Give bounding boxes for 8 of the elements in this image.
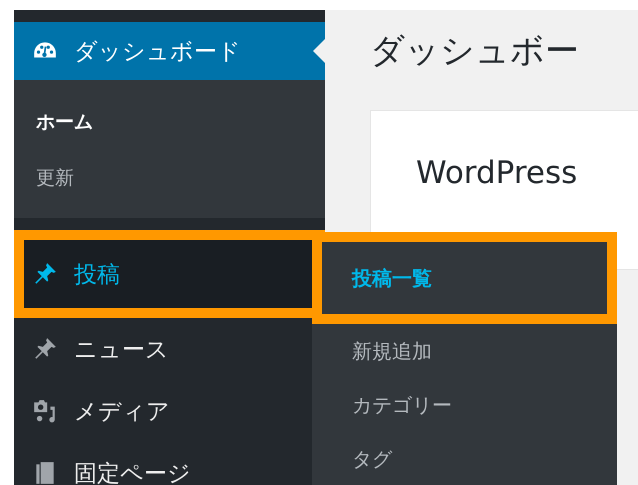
submenu-item[interactable]: ホーム: [14, 94, 325, 150]
welcome-heading: WordPress: [416, 155, 578, 191]
menu-item[interactable]: 投稿: [14, 230, 325, 318]
submenu-item[interactable]: 更新: [14, 150, 325, 206]
page-title: ダッシュボー: [370, 30, 580, 73]
submenu-item[interactable]: 投稿一覧: [312, 232, 617, 324]
media-icon: [32, 398, 58, 424]
menu-item[interactable]: ダッシュボード: [14, 22, 325, 80]
